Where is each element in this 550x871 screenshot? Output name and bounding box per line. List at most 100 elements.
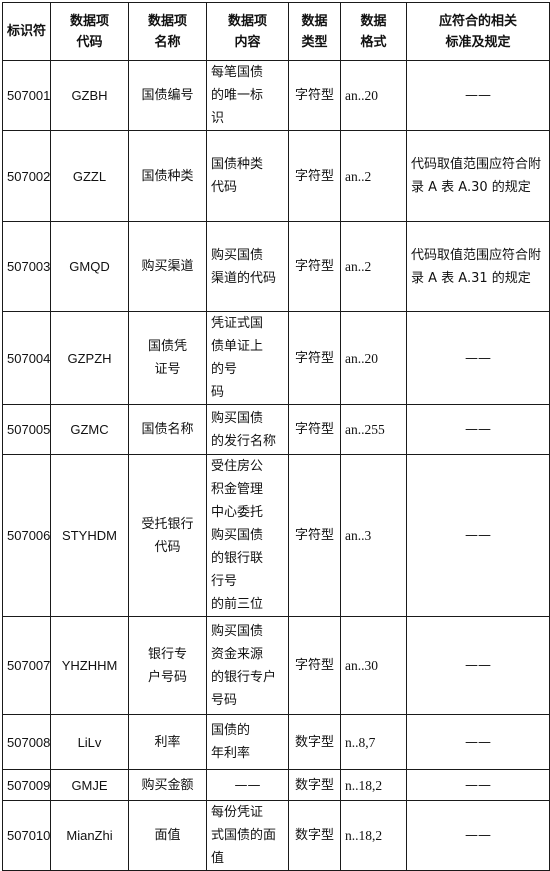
header-name: 数据项 名称	[128, 2, 207, 61]
cell-item-code: YHZHHM	[50, 616, 129, 715]
cell-item-name-text: 国债凭 证号	[147, 339, 187, 377]
cell-item-content: 国债种类 代码	[206, 130, 289, 222]
cell-standard: ——	[406, 404, 550, 455]
cell-data-type-text: 数字型	[294, 777, 334, 793]
header-content: 数据项 内容	[206, 2, 289, 61]
cell-identifier: 507004	[2, 311, 51, 405]
cell-item-name: 国债凭 证号	[128, 311, 207, 405]
cell-item-code: LiLv	[50, 714, 129, 770]
cell-data-type-text: 字符型	[294, 658, 334, 673]
cell-data-type: 字符型	[288, 404, 341, 455]
cell-item-name: 银行专 户号码	[128, 616, 207, 715]
cell-item-code-text: GMQD	[69, 259, 110, 274]
header-format: 数据 格式	[340, 2, 407, 61]
cell-standard: ——	[406, 311, 550, 405]
cell-data-format-text: an..20	[345, 350, 378, 366]
cell-standard-text: ——	[465, 658, 491, 673]
cell-data-format: an..3	[340, 454, 407, 617]
table-row: 507009 GMJE 购买金额 —— 数字型 n..18,2 ——	[2, 769, 550, 801]
cell-data-format: n..8,7	[340, 714, 407, 770]
cell-data-type-text: 字符型	[294, 528, 334, 543]
cell-standard-text: 代码取值范围应符合附录 A 表 A.30 的规定	[411, 157, 542, 195]
cell-standard: ——	[406, 800, 550, 871]
header-id: 标识符	[2, 2, 51, 61]
cell-data-type: 数字型	[288, 800, 341, 871]
cell-data-type: 字符型	[288, 60, 341, 131]
cell-identifier: 507009	[2, 769, 51, 801]
cell-item-name-text: 购买金额	[141, 777, 194, 793]
cell-item-name: 购买渠道	[128, 221, 207, 312]
cell-standard-text: ——	[465, 528, 491, 543]
cell-item-code: MianZhi	[50, 800, 129, 871]
cell-item-content-text: 国债种类 代码	[211, 157, 264, 195]
cell-data-type: 数字型	[288, 714, 341, 770]
header-type: 数据 类型	[288, 2, 341, 61]
table-row: 507005 GZMC 国债名称 购买国债 的发行名称 字符型 an..255 ——	[2, 404, 550, 455]
table-row: 507004 GZPZH 国债凭 证号 凭证式国 债单证上 的号码 字符型 an..20 ——	[2, 311, 550, 405]
cell-item-name: 面值	[128, 800, 207, 871]
cell-item-content-text: ——	[234, 777, 261, 793]
cell-standard-text: ——	[465, 777, 491, 793]
cell-identifier-text: 507009	[7, 777, 51, 793]
cell-identifier: 507010	[2, 800, 51, 871]
cell-item-content-text: 每笔国债 的唯一标识	[211, 65, 264, 126]
cell-standard: ——	[406, 616, 550, 715]
cell-data-format: an..2	[340, 221, 407, 312]
cell-item-content: 购买国债 的发行名称	[206, 404, 289, 455]
cell-standard: ——	[406, 714, 550, 770]
cell-identifier-text: 507005	[7, 422, 51, 437]
cell-standard: ——	[406, 60, 550, 131]
cell-item-content: 购买国债 资金来源 的银行专户 号码	[206, 616, 289, 715]
cell-data-type: 字符型	[288, 454, 341, 617]
cell-item-content-text: 购买国债 渠道的代码	[211, 247, 277, 286]
cell-standard-text: 代码取值范围应符合附录 A 表 A.31 的规定	[411, 247, 542, 286]
cell-item-content: 受住房公 积金管理 中心委托 购买国债 的银行联 行号 的前三位	[206, 454, 289, 617]
cell-data-type-text: 字符型	[294, 88, 334, 103]
cell-identifier: 507007	[2, 616, 51, 715]
cell-data-type: 字符型	[288, 311, 341, 405]
cell-data-format-text: n..8,7	[345, 734, 376, 750]
cell-standard-text: ——	[465, 88, 491, 103]
cell-item-code: GMQD	[50, 221, 129, 312]
cell-item-code-text: STYHDM	[62, 528, 117, 543]
cell-item-name-text: 银行专 户号码	[147, 646, 187, 685]
cell-item-code-text: GMJE	[71, 777, 108, 793]
cell-item-name: 利率	[128, 714, 207, 770]
header-code: 数据项 代码	[50, 2, 129, 61]
cell-item-code-text: GZZL	[72, 168, 107, 184]
cell-standard: 代码取值范围应符合附录 A 表 A.31 的规定	[406, 221, 550, 312]
cell-identifier-text: 507004	[7, 350, 51, 366]
cell-identifier-text: 507007	[7, 658, 51, 673]
cell-item-content: 购买国债 渠道的代码	[206, 221, 289, 312]
cell-item-content: 每份凭证 式国债的面值	[206, 800, 289, 871]
cell-standard: 代码取值范围应符合附录 A 表 A.30 的规定	[406, 130, 550, 222]
cell-item-name-text: 国债名称	[141, 422, 194, 437]
cell-item-code-text: MianZhi	[66, 828, 113, 843]
cell-data-type: 字符型	[288, 130, 341, 222]
document-page: 标识符 数据项 代码 数据项 名称 数据项 内容 数据 类型 数据 格式 应符合的相关 标准…	[0, 0, 550, 871]
cell-data-format-text: an..2	[345, 168, 372, 184]
cell-item-name: 国债种类	[128, 130, 207, 222]
cell-item-content-text: 凭证式国 债单证上 的号码	[211, 316, 264, 400]
cell-data-format: an..255	[340, 404, 407, 455]
cell-data-format-text: an..30	[345, 658, 378, 673]
cell-item-code: GMJE	[50, 769, 129, 801]
cell-standard-text: ——	[465, 422, 491, 437]
cell-item-code: GZBH	[50, 60, 129, 131]
table-row: 507008 LiLv 利率 国债的 年利率 数字型 n..8,7 ——	[2, 714, 550, 770]
cell-data-format-text: an..20	[345, 88, 378, 103]
cell-identifier: 507005	[2, 404, 51, 455]
cell-item-code: GZMC	[50, 404, 129, 455]
data-item-table: 标识符 数据项 代码 数据项 名称 数据项 内容 数据 类型 数据 格式 应符合的相关 标准…	[2, 2, 550, 871]
cell-item-code-text: GZMC	[70, 422, 109, 437]
cell-data-type: 字符型	[288, 221, 341, 312]
cell-item-code-text: GZPZH	[67, 350, 112, 366]
cell-item-name: 国债名称	[128, 404, 207, 455]
header-standard: 应符合的相关 标准及规定	[406, 2, 550, 61]
cell-identifier-text: 507008	[7, 734, 51, 750]
table-row: 507002 GZZL 国债种类 国债种类 代码 字符型 an..2 代码取值范围应符合附录 …	[2, 130, 550, 222]
cell-item-code-text: LiLv	[77, 734, 102, 750]
cell-item-content-text: 国债的 年利率	[211, 723, 251, 761]
cell-identifier-text: 507001	[7, 88, 51, 103]
cell-item-name-text: 购买渠道	[141, 259, 194, 274]
